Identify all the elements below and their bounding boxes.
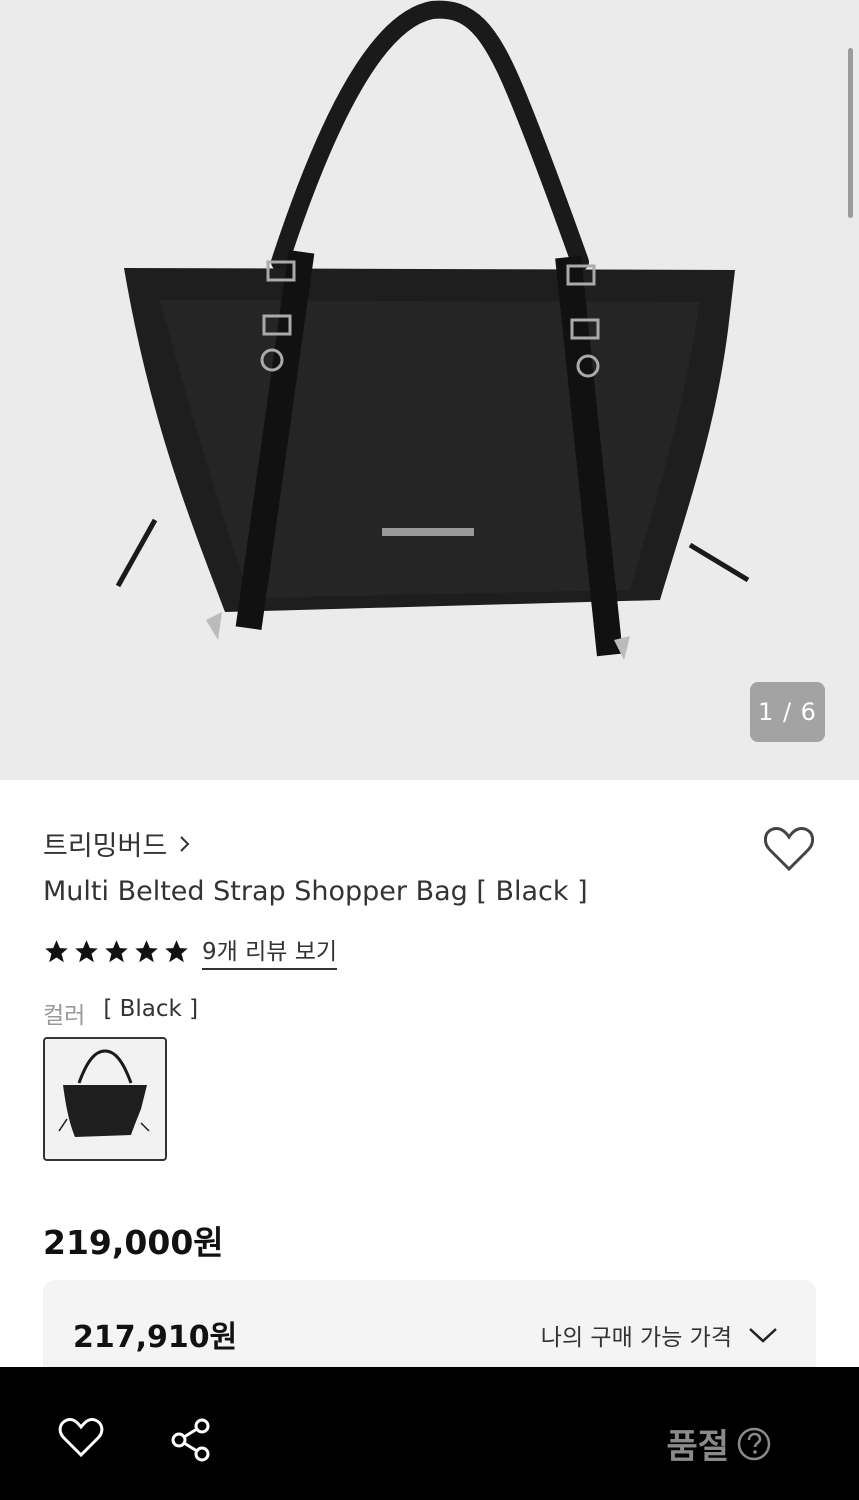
review-link[interactable]: 9개 리뷰 보기 bbox=[202, 932, 338, 970]
share-icon[interactable] bbox=[168, 1417, 214, 1463]
star-icon bbox=[45, 939, 68, 962]
gallery-scrollbar[interactable] bbox=[848, 48, 853, 218]
product-price: 219,000원 bbox=[43, 1223, 224, 1262]
chevron-right-icon bbox=[180, 835, 190, 852]
product-image[interactable] bbox=[0, 0, 859, 780]
brand-link[interactable]: 트리밍버드 bbox=[43, 824, 191, 863]
my-price-label: 나의 구매 가능 가격 bbox=[540, 1325, 732, 1351]
chevron-down-icon bbox=[749, 1328, 777, 1343]
rating-row: 9개 리뷰 보기 bbox=[43, 932, 338, 970]
help-icon[interactable] bbox=[737, 1427, 771, 1461]
product-title: Multi Belted Strap Shopper Bag [ Black ] bbox=[43, 876, 588, 907]
heart-icon[interactable] bbox=[58, 1417, 104, 1459]
color-label: 컬러 bbox=[43, 1003, 86, 1029]
color-row: 컬러 [ Black ] bbox=[43, 996, 198, 1030]
star-icon bbox=[105, 939, 128, 962]
sold-out-label: 품절 bbox=[666, 1427, 729, 1467]
bottom-action-bar: 품절 bbox=[0, 1367, 859, 1500]
color-swatch-black[interactable] bbox=[43, 1037, 167, 1161]
product-image-gallery[interactable]: 1 / 6 bbox=[0, 0, 859, 780]
my-price-box[interactable]: 217,910원 나의 구매 가능 가격 bbox=[43, 1280, 816, 1380]
star-icon bbox=[75, 939, 98, 962]
brand-name: 트리밍버드 bbox=[43, 831, 168, 862]
my-price-value: 217,910원 bbox=[73, 1320, 238, 1355]
rating-stars bbox=[43, 938, 190, 965]
image-counter: 1 / 6 bbox=[750, 682, 825, 742]
color-value: [ Black ] bbox=[103, 996, 199, 1022]
star-icon bbox=[165, 939, 188, 962]
heart-icon[interactable] bbox=[762, 824, 816, 874]
star-icon bbox=[135, 939, 158, 962]
sold-out-status: 품절 bbox=[666, 1419, 771, 1468]
swatch-thumbnail bbox=[58, 1049, 150, 1137]
my-price-toggle[interactable]: 나의 구매 가능 가격 bbox=[541, 1318, 778, 1352]
